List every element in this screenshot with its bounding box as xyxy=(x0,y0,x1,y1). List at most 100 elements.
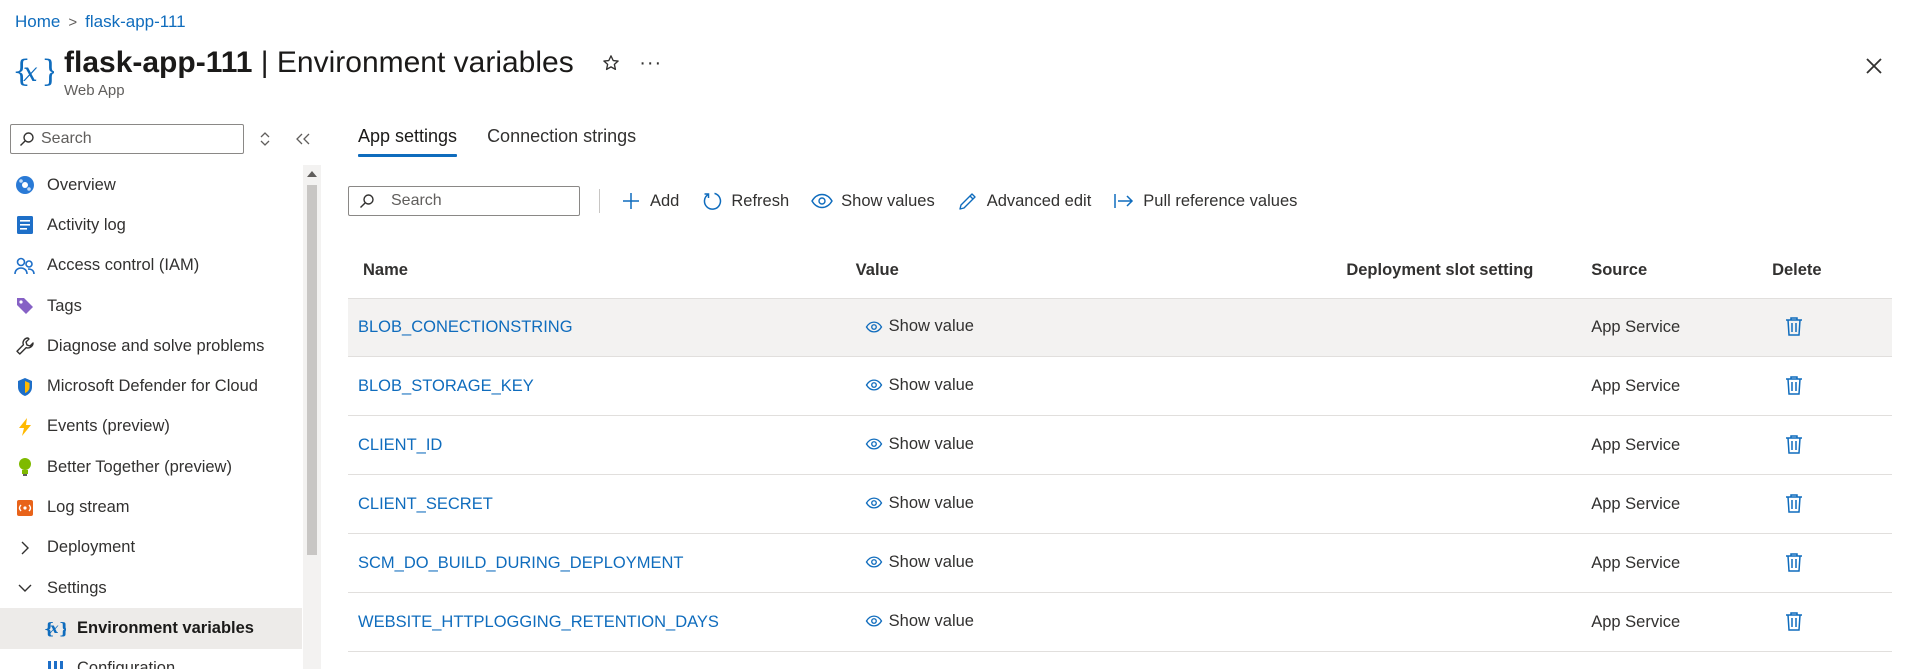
sidebar-item-settings[interactable]: Settings xyxy=(0,568,302,608)
sidebar-item-configuration[interactable]: Configuration xyxy=(0,649,302,669)
delete-button[interactable] xyxy=(1783,609,1805,633)
title-row: flask-app-111 | Environment variables ··… xyxy=(64,46,664,80)
source-cell: App Service xyxy=(1591,612,1681,631)
delete-button[interactable] xyxy=(1783,373,1805,397)
delete-button[interactable] xyxy=(1783,491,1805,515)
setting-name-link[interactable]: CLIENT_SECRET xyxy=(358,495,493,513)
sidebar-item-label: Configuration xyxy=(77,659,176,669)
table-row[interactable]: WEBSITE_HTTPLOGGING_RETENTION_DAYS Show … xyxy=(348,593,1892,652)
sidebar-scrollbar[interactable] xyxy=(303,165,321,669)
arrow-right-bar-icon xyxy=(1113,190,1135,212)
log-stream-icon xyxy=(14,497,36,519)
advanced-edit-button[interactable]: Advanced edit xyxy=(957,190,1091,212)
breadcrumb-home-link[interactable]: Home xyxy=(15,12,60,32)
sidebar-item-access-control[interactable]: Access control (IAM) xyxy=(0,246,302,286)
show-value-button[interactable]: Show value xyxy=(865,435,974,454)
sidebar-nav: Overview Activity log Access control (IA… xyxy=(0,165,302,669)
setting-name-link[interactable]: BLOB_CONECTIONSTRING xyxy=(358,318,573,336)
tab-bar: App settings Connection strings xyxy=(358,126,636,157)
sidebar-item-overview[interactable]: Overview xyxy=(0,165,302,205)
table-row[interactable]: BLOB_STORAGE_KEY Show value App Service xyxy=(348,357,1892,416)
show-value-button[interactable]: Show value xyxy=(865,317,974,336)
sidebar-item-tags[interactable]: Tags xyxy=(0,286,302,326)
settings-search-input[interactable] xyxy=(391,192,571,210)
show-value-button[interactable]: Show value xyxy=(865,612,974,631)
tab-connection-strings[interactable]: Connection strings xyxy=(487,126,636,157)
sidebar-item-diagnose[interactable]: Diagnose and solve problems xyxy=(0,326,302,366)
collapse-sidebar-icon[interactable] xyxy=(294,131,312,147)
page-header: { x } flask-app-111 | Environment variab… xyxy=(12,46,664,99)
lightning-icon xyxy=(14,416,36,438)
more-options-button[interactable]: ··· xyxy=(638,50,664,76)
refresh-button[interactable]: Refresh xyxy=(701,190,789,212)
settings-search-box[interactable] xyxy=(348,186,580,216)
setting-name-link[interactable]: WEBSITE_HTTPLOGGING_RETENTION_DAYS xyxy=(358,613,719,631)
pull-reference-values-button[interactable]: Pull reference values xyxy=(1113,190,1297,212)
show-value-label: Show value xyxy=(888,375,974,394)
sidebar-item-label: Overview xyxy=(47,175,116,194)
sidebar-item-events[interactable]: Events (preview) xyxy=(0,407,302,447)
sidebar-search-box[interactable] xyxy=(10,124,244,154)
sidebar-item-label: Log stream xyxy=(47,498,130,517)
sidebar-search-input[interactable] xyxy=(41,130,221,148)
column-header-value[interactable]: Value xyxy=(856,261,1347,280)
sidebar-item-log-stream[interactable]: Log stream xyxy=(0,487,302,527)
tag-icon xyxy=(14,295,36,317)
column-header-name[interactable]: Name xyxy=(348,261,856,280)
sidebar-item-deployment[interactable]: Deployment xyxy=(0,528,302,568)
sidebar-item-environment-variables[interactable]: {x} Environment variables xyxy=(0,608,302,649)
show-value-button[interactable]: Show value xyxy=(865,553,974,572)
page-subtitle: Web App xyxy=(64,82,125,99)
tab-app-settings[interactable]: App settings xyxy=(358,126,458,157)
source-cell: App Service xyxy=(1591,494,1681,513)
table-header-row: Name Value Deployment slot setting Sourc… xyxy=(348,256,1892,284)
globe-icon xyxy=(14,174,36,196)
refresh-button-label: Refresh xyxy=(731,191,790,210)
app-settings-table: Name Value Deployment slot setting Sourc… xyxy=(348,256,1892,652)
favorite-star-button[interactable] xyxy=(598,50,624,76)
setting-name-link[interactable]: SCM_DO_BUILD_DURING_DEPLOYMENT xyxy=(358,554,684,572)
sidebar-item-label: Activity log xyxy=(47,215,126,234)
breadcrumb: Home > flask-app-111 xyxy=(15,12,186,32)
lightbulb-icon xyxy=(14,456,36,478)
scrollbar-thumb[interactable] xyxy=(307,185,317,555)
sidebar-item-better-together[interactable]: Better Together (preview) xyxy=(0,447,302,487)
delete-button[interactable] xyxy=(1783,550,1805,574)
add-button[interactable]: Add xyxy=(620,190,679,212)
star-icon xyxy=(602,55,619,71)
table-row[interactable]: SCM_DO_BUILD_DURING_DEPLOYMENT Show valu… xyxy=(348,534,1892,593)
sort-icon[interactable] xyxy=(256,130,274,148)
eye-icon xyxy=(865,438,882,450)
sidebar-item-activity-log[interactable]: Activity log xyxy=(0,205,302,245)
show-values-button[interactable]: Show values xyxy=(811,190,935,212)
source-cell: App Service xyxy=(1591,435,1681,454)
search-icon xyxy=(20,132,34,146)
add-button-label: Add xyxy=(650,191,680,210)
sidebar-item-label: Diagnose and solve problems xyxy=(47,336,265,355)
source-cell: App Service xyxy=(1591,376,1681,395)
setting-name-link[interactable]: BLOB_STORAGE_KEY xyxy=(358,377,534,395)
table-row[interactable]: CLIENT_ID Show value App Service xyxy=(348,416,1892,475)
command-toolbar: Add Refresh Show values Advanced edit Pu… xyxy=(348,186,1319,216)
title-divider: | xyxy=(252,46,277,79)
scroll-up-arrow-icon[interactable] xyxy=(307,171,317,177)
column-header-deployment-slot[interactable]: Deployment slot setting xyxy=(1346,261,1591,280)
delete-button[interactable] xyxy=(1783,432,1805,456)
breadcrumb-current-link[interactable]: flask-app-111 xyxy=(85,12,185,32)
delete-button[interactable] xyxy=(1783,314,1805,338)
trash-icon xyxy=(1786,317,1803,336)
sidebar-item-label: Tags xyxy=(47,296,82,315)
trash-icon xyxy=(1786,375,1803,395)
setting-name-link[interactable]: CLIENT_ID xyxy=(358,436,442,454)
activity-log-icon xyxy=(14,214,36,236)
show-value-button[interactable]: Show value xyxy=(865,494,974,513)
close-icon[interactable] xyxy=(1862,54,1886,78)
table-row[interactable]: BLOB_CONECTIONSTRING Show value App Serv… xyxy=(348,298,1892,357)
sidebar-item-label: Deployment xyxy=(47,538,136,557)
sidebar-item-defender[interactable]: Microsoft Defender for Cloud xyxy=(0,366,302,406)
svg-text:x: x xyxy=(23,58,38,88)
column-header-source[interactable]: Source xyxy=(1591,261,1772,280)
show-value-button[interactable]: Show value xyxy=(865,376,974,395)
table-row[interactable]: CLIENT_SECRET Show value App Service xyxy=(348,475,1892,534)
sidebar-item-label: Events (preview) xyxy=(47,417,170,436)
